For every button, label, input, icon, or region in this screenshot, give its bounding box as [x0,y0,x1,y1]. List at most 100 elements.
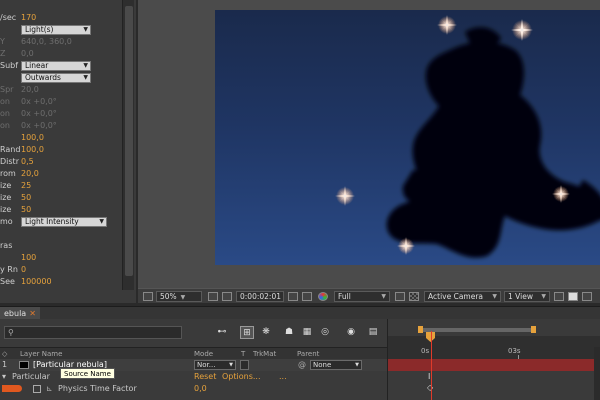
snapshot-icon[interactable] [288,292,298,301]
property-value[interactable]: 0,0 [194,383,207,395]
pixel-aspect-icon[interactable] [554,292,564,301]
more-options-link[interactable]: ... [279,371,287,383]
effect-property-select[interactable]: Light Intensity ▼ [21,217,107,227]
effect-property-row[interactable]: 100,0 [0,132,122,144]
preserve-transparency-box[interactable] [240,360,249,370]
composition-frame[interactable] [215,10,600,265]
effect-property-row[interactable]: y Rn 0 [0,264,122,276]
layer-duration-bar[interactable] [388,359,600,371]
timeline-icon[interactable] [582,292,592,301]
timeline-scrollbar[interactable] [594,347,600,400]
select-value: Outwards [25,73,61,82]
timeline-column-headers: ◇ Layer Name Mode T TrkMat Parent [0,347,387,359]
effect-property-value[interactable]: 640,0, 360,0 [21,36,72,48]
effect-property-value[interactable]: 100,0 [21,144,44,156]
effect-row[interactable]: ▾ Particular Reset Options... ... [0,371,387,383]
mask-visibility-icon[interactable] [222,292,232,301]
brainstorm-icon[interactable]: ◉ [344,326,358,339]
effect-property-value[interactable]: 0,5 [21,156,34,168]
effect-name[interactable]: Particular [12,371,50,383]
twirl-down-icon[interactable]: ▾ [2,371,6,383]
effect-property-row[interactable]: mo Light Intensity ▼ [0,216,122,228]
effect-property-value[interactable]: 0x +0,0° [21,96,57,108]
safe-area-icon[interactable] [208,292,218,301]
layer-row[interactable]: 1 [Particular nebula] Nor... ▼ @ None ▼ [0,359,387,371]
effect-property-row[interactable]: See 100000 [0,276,122,288]
work-area-bar[interactable] [388,324,600,336]
motion-blur-icon[interactable]: ◎ [318,326,332,339]
effect-property-row[interactable]: Spr 20,0 [0,84,122,96]
effect-property-value[interactable]: 100 [21,252,36,264]
effect-property-select[interactable]: Linear ▼ [21,61,91,71]
options-link[interactable]: Options... [222,371,261,383]
effect-property-row[interactable]: on 0x +0,0° [0,96,122,108]
effect-property-row[interactable]: 100 [0,252,122,264]
show-snapshot-icon[interactable] [302,292,312,301]
effect-property-row[interactable]: ras [0,240,122,252]
fast-preview-icon[interactable] [568,292,578,301]
parent-select[interactable]: None ▼ [310,360,362,370]
stopwatch-icon[interactable] [33,385,41,393]
scrollbar-thumb[interactable] [125,6,133,276]
effect-property-value[interactable]: 0x +0,0° [21,120,57,132]
effect-property-row[interactable] [0,228,122,240]
effect-property-row[interactable]: Distr 0,5 [0,156,122,168]
time-ruler[interactable]: 0s 03s [388,347,600,359]
effect-property-row[interactable]: Outwards ▼ [0,72,122,84]
effect-property-row[interactable]: on 0x +0,0° [0,120,122,132]
blend-mode-select[interactable]: Nor... ▼ [194,360,236,370]
transparency-grid-icon[interactable] [409,292,419,301]
region-of-interest-icon[interactable] [143,292,153,301]
graph-editor-icon[interactable]: ▤ [366,326,380,339]
effect-property-value[interactable]: 170 [21,12,36,24]
effect-property-row[interactable]: /sec 170 [0,12,122,24]
effect-property-value[interactable]: 50 [21,192,31,204]
effect-property-row[interactable]: Y 640,0, 360,0 [0,36,122,48]
effect-property-value[interactable]: 0,0 [21,48,34,60]
resolution-select[interactable]: Full ▼ [334,291,390,302]
effect-property-row[interactable]: on 0x +0,0° [0,108,122,120]
effect-property-label: /sec [0,13,17,22]
effect-property-value[interactable]: 20,0 [21,168,39,180]
region-icon[interactable] [395,292,405,301]
zoom-select[interactable]: 50% ▼ [156,291,202,302]
effect-property-row[interactable]: ize 25 [0,180,122,192]
comp-mini-flowchart-icon[interactable]: ⊷ [215,326,229,339]
effect-property-value[interactable]: 50 [21,204,31,216]
effect-property-value[interactable]: 20,0 [21,84,39,96]
property-row[interactable]: ⊾ Physics Time Factor 0,0 [0,383,387,395]
effect-property-value[interactable]: 100000 [21,276,52,288]
reset-link[interactable]: Reset [194,371,216,383]
time-graph[interactable]: 0s 03s I ◇ [387,319,600,400]
graph-icon[interactable]: ⊾ [46,383,53,395]
timecode-value: 0:00:02:01 [240,292,281,301]
live-update-icon[interactable]: ⊞ [240,326,254,339]
work-area-end-handle[interactable] [531,326,536,333]
effect-controls-scrollbar[interactable] [122,0,134,290]
view-layout-select[interactable]: 1 View ▼ [504,291,550,302]
effect-property-row[interactable]: Rand 100,0 [0,144,122,156]
camera-select[interactable]: Active Camera ▼ [424,291,501,302]
layer-search-input[interactable]: ⚲ [4,326,182,339]
property-name[interactable]: Physics Time Factor [58,383,137,395]
effect-property-row[interactable]: Subf Linear ▼ [0,60,122,72]
effect-property-row[interactable]: ize 50 [0,204,122,216]
effect-property-value[interactable]: 25 [21,180,31,192]
effect-property-row[interactable]: Light(s) ▼ [0,24,122,36]
effect-property-select[interactable]: Light(s) ▼ [21,25,91,35]
draft-3d-icon[interactable]: ❋ [259,326,273,339]
channel-icon[interactable] [318,292,328,301]
effect-property-row[interactable]: Z 0,0 [0,48,122,60]
effect-property-value[interactable]: 0x +0,0° [21,108,57,120]
frame-blending-icon[interactable]: ▦ [300,326,314,339]
pickwhip-icon[interactable]: @ [298,359,306,371]
effect-property-select[interactable]: Outwards ▼ [21,73,91,83]
effect-property-value[interactable]: 100,0 [21,132,44,144]
effect-property-row[interactable]: rom 20,0 [0,168,122,180]
effect-property-row[interactable]: ize 50 [0,192,122,204]
shy-layers-icon[interactable]: ☗ [282,326,296,339]
work-area-start-handle[interactable] [418,326,423,333]
current-time-display[interactable]: 0:00:02:01 [236,291,284,302]
close-icon[interactable]: ✕ [29,309,36,318]
effect-property-value[interactable]: 0 [21,264,26,276]
